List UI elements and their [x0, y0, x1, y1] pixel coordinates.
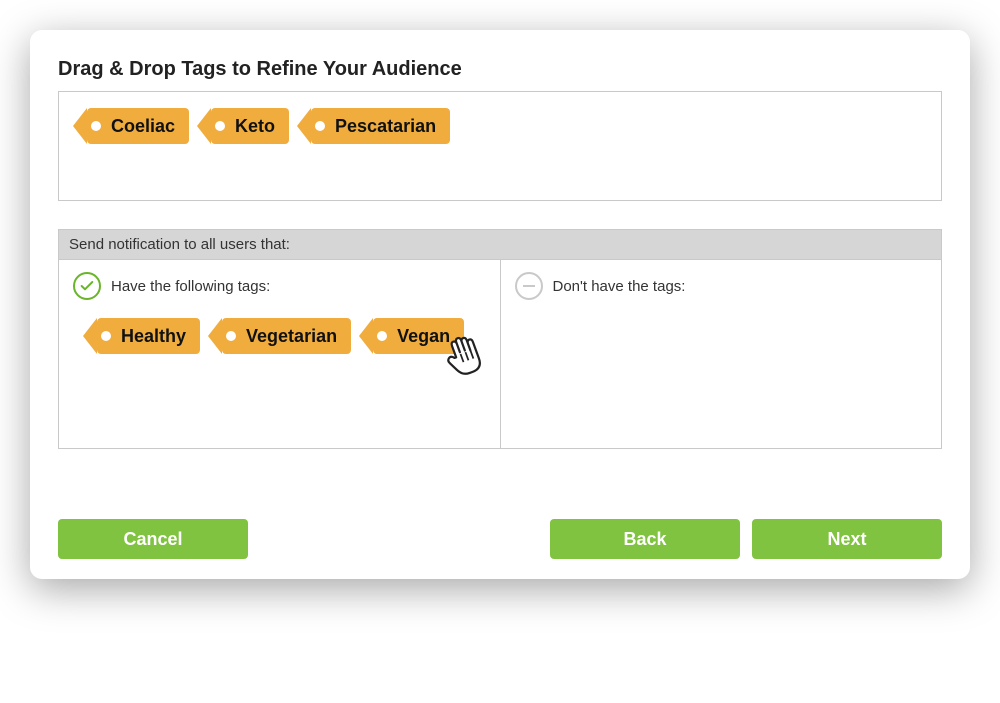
rule-header: Send notification to all users that:	[58, 229, 942, 259]
back-button[interactable]: Back	[550, 519, 740, 559]
tag-label: Pescatarian	[335, 116, 436, 137]
tag-hole-icon	[91, 121, 101, 131]
tag-label: Keto	[235, 116, 275, 137]
tag-hole-icon	[101, 331, 111, 341]
tag[interactable]: Healthy	[97, 318, 200, 354]
exclude-label: Don't have the tags:	[553, 278, 686, 295]
tag-hole-icon	[215, 121, 225, 131]
page-title: Drag & Drop Tags to Refine Your Audience	[58, 58, 942, 81]
next-button[interactable]: Next	[752, 519, 942, 559]
tag-label: Vegan	[397, 326, 450, 347]
minus-icon	[515, 272, 543, 300]
tag[interactable]: Coeliac	[87, 108, 189, 144]
drop-columns: Have the following tags: Healthy Vegetari…	[58, 259, 942, 449]
tag-label: Vegetarian	[246, 326, 337, 347]
available-tags-row: Coeliac Keto Pescatarian	[73, 108, 927, 144]
checkmark-icon	[73, 272, 101, 300]
audience-dialog: Drag & Drop Tags to Refine Your Audience…	[30, 30, 970, 579]
tag[interactable]: Pescatarian	[311, 108, 450, 144]
include-tags-row: Healthy Vegetarian Vegan	[73, 318, 486, 354]
tag[interactable]: Vegan	[373, 318, 464, 354]
tag-hole-icon	[377, 331, 387, 341]
include-header: Have the following tags:	[73, 272, 486, 300]
footer-spacer	[260, 519, 538, 559]
tag-hole-icon	[315, 121, 325, 131]
cancel-button[interactable]: Cancel	[58, 519, 248, 559]
tag-label: Healthy	[121, 326, 186, 347]
exclude-dropzone[interactable]: Don't have the tags:	[500, 260, 942, 448]
include-label: Have the following tags:	[111, 278, 270, 295]
tag-hole-icon	[226, 331, 236, 341]
include-dropzone[interactable]: Have the following tags: Healthy Vegetari…	[59, 260, 500, 448]
exclude-header: Don't have the tags:	[515, 272, 928, 300]
tag[interactable]: Vegetarian	[222, 318, 351, 354]
dialog-footer: Cancel Back Next	[58, 519, 942, 559]
tag-label: Coeliac	[111, 116, 175, 137]
tag[interactable]: Keto	[211, 108, 289, 144]
available-tags-pool[interactable]: Coeliac Keto Pescatarian	[58, 91, 942, 201]
